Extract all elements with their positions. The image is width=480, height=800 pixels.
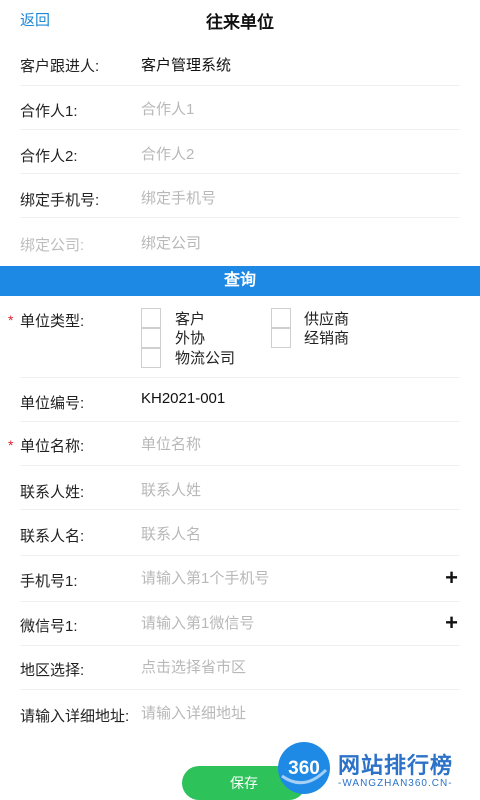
partner1-label: 合作人1: <box>20 103 78 120</box>
checkbox-customer[interactable] <box>141 308 161 328</box>
bind-phone-row: 绑定手机号: 绑定手机号 <box>0 174 480 218</box>
checkbox-outsourcing[interactable] <box>141 328 161 348</box>
bind-company-input[interactable]: 绑定公司 <box>141 232 201 253</box>
page-title: 往来单位 <box>206 13 274 32</box>
query-button[interactable]: 查询 <box>0 266 480 296</box>
option-label: 物流公司 <box>175 350 236 367</box>
phone1-row: 手机号1: 请输入第1个手机号 + <box>0 556 480 602</box>
contact-surname-label: 联系人姓: <box>20 484 85 501</box>
required-mark: * <box>8 437 14 453</box>
watermark-site-url: -WANGZHAN360.CN- <box>338 778 453 789</box>
wechat1-label: 微信号1: <box>20 618 78 635</box>
address-row: 请输入详细地址: 请输入详细地址 <box>0 690 480 750</box>
watermark-site-name: 网站排行榜 <box>338 753 454 778</box>
wechat1-input[interactable]: 请输入第1微信号 <box>141 612 254 633</box>
region-label: 地区选择: <box>20 662 85 679</box>
contact-name-row: 联系人名: 联系人名 <box>0 510 480 556</box>
checkbox-supplier[interactable] <box>271 308 291 328</box>
bind-company-label: 绑定公司: <box>20 237 85 254</box>
required-mark: * <box>8 312 14 328</box>
unit-name-label: 单位名称: <box>20 438 85 455</box>
unit-name-row: * 单位名称: 单位名称 <box>0 422 480 466</box>
partner2-row: 合作人2: 合作人2 <box>0 130 480 174</box>
contact-surname-input[interactable]: 联系人姓 <box>141 479 201 500</box>
follower-row: 客户跟进人: 客户管理系统 <box>0 42 480 86</box>
unit-code-row: 单位编号: KH2021-001 <box>0 378 480 422</box>
follower-label: 客户跟进人: <box>20 58 100 75</box>
wechat1-row: 微信号1: 请输入第1微信号 + <box>0 602 480 646</box>
checkbox-logistics[interactable] <box>141 348 161 368</box>
watermark-logo-icon: 360 <box>278 742 330 794</box>
option-label: 供应商 <box>304 311 350 328</box>
option-label: 客户 <box>175 311 206 328</box>
watermark-logo-text: 360 <box>288 758 320 779</box>
partner2-input[interactable]: 合作人2 <box>141 143 194 164</box>
bind-company-row: 绑定公司: 绑定公司 <box>0 218 480 266</box>
add-phone-icon[interactable]: + <box>445 565 458 591</box>
region-picker[interactable]: 点击选择省市区 <box>141 656 246 677</box>
unit-code-label: 单位编号: <box>20 395 85 412</box>
unit-type-label: 单位类型: <box>20 313 85 330</box>
partner1-input[interactable]: 合作人1 <box>141 98 194 119</box>
phone1-label: 手机号1: <box>20 573 78 590</box>
unit-type-row: * 单位类型: 客户 供应商 外协 经销商 物流公司 <box>0 296 480 378</box>
contact-surname-row: 联系人姓: 联系人姓 <box>0 466 480 510</box>
option-label: 外协 <box>175 330 206 347</box>
follower-value[interactable]: 客户管理系统 <box>141 54 231 75</box>
region-row: 地区选择: 点击选择省市区 <box>0 646 480 690</box>
bind-phone-label: 绑定手机号: <box>20 192 100 209</box>
contact-name-input[interactable]: 联系人名 <box>141 523 201 544</box>
address-input[interactable]: 请输入详细地址 <box>141 702 246 723</box>
contact-name-label: 联系人名: <box>20 528 85 545</box>
phone1-input[interactable]: 请输入第1个手机号 <box>141 567 269 588</box>
add-wechat-icon[interactable]: + <box>445 610 458 636</box>
unit-name-input[interactable]: 单位名称 <box>141 433 201 454</box>
bind-phone-input[interactable]: 绑定手机号 <box>141 187 216 208</box>
partner1-row: 合作人1: 合作人1 <box>0 86 480 130</box>
unit-code-value[interactable]: KH2021-001 <box>141 390 225 407</box>
option-label: 经销商 <box>304 330 350 347</box>
header: 返回 往来单位 <box>0 0 480 40</box>
partner2-label: 合作人2: <box>20 148 78 165</box>
address-label: 请输入详细地址: <box>20 708 130 725</box>
checkbox-distributor[interactable] <box>271 328 291 348</box>
